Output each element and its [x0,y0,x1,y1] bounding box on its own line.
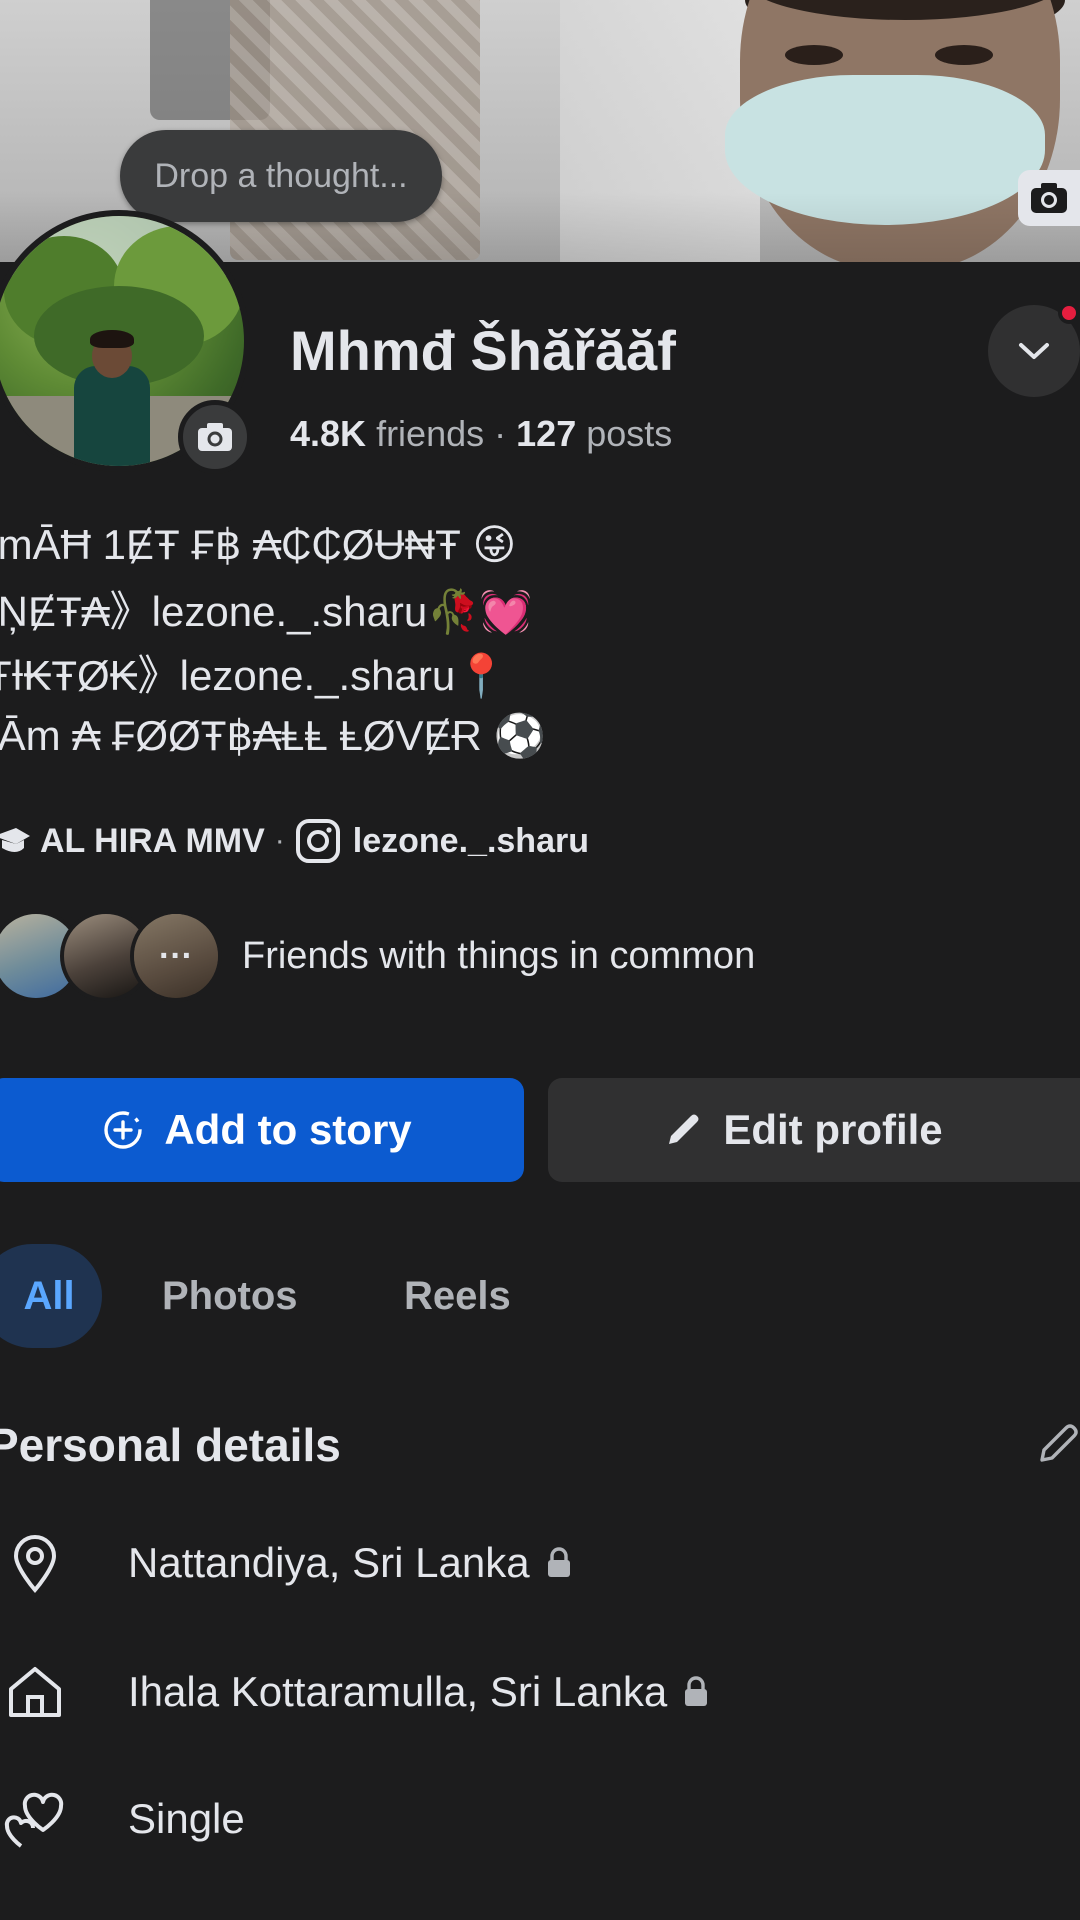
chevron-down-icon [1019,343,1049,359]
notification-dot [1058,302,1080,324]
edit-details-pencil-icon[interactable] [1036,1420,1080,1469]
cover-camera-icon[interactable] [1018,170,1080,226]
edit-profile-label: Edit profile [723,1106,943,1153]
posts-label: posts [586,413,673,454]
bio-line: ƗŅɆŦ₳》lezone._.sharu🥀💓 [0,587,532,635]
friends-count: 4.8K [290,413,367,454]
drop-thought-bubble[interactable]: Drop a thought... [120,130,442,222]
home-icon [0,1663,70,1719]
graduation-cap-icon [0,824,30,858]
detail-row-hometown: Ihala Kottaramulla, Sri Lanka [0,1647,1080,1737]
bio-line: ŦƗ₭ŦØ₭》lezone._.sharu📍 [0,651,508,699]
profile-stats[interactable]: 4.8K friends · 127 posts [290,413,672,455]
instagram-icon [295,818,341,864]
lock-icon [683,1676,709,1708]
links-separator: · [274,824,285,857]
friend-avatar: ··· [130,910,222,1002]
tab-all[interactable]: All [0,1244,102,1348]
instagram-link[interactable]: lezone._.sharu [353,822,589,861]
add-story-icon [102,1109,144,1151]
more-friends-indicator: ··· [134,914,218,998]
personal-details-title: Personal details [0,1419,341,1471]
add-to-story-label: Add to story [164,1106,412,1153]
edit-profile-button[interactable]: Edit profile [548,1078,1080,1182]
mutual-friends-text: Friends with things in common [242,934,756,977]
lock-icon [546,1547,572,1579]
bio-line: ƗmĀĦ 1ɆŦ ₣฿ ₳₵₵ØɄ₦Ŧ 😜 [0,520,517,568]
mutual-friends-row[interactable]: ··· Friends with things in common [0,906,755,1006]
school-link[interactable]: AL HIRA MMV [40,822,265,861]
profile-links: AL HIRA MMV · lezone._.sharu [0,816,589,866]
detail-row-location: Nattandiya, Sri Lanka [0,1518,1080,1608]
bio-line: ƗĀm ₳ ₣ØØŦ฿₳ⱠⱠ ⱠØVɆɌ ⚽ [0,712,546,759]
hearts-icon [0,1790,70,1850]
tab-photos[interactable]: Photos [162,1244,298,1348]
detail-text: Single [128,1795,245,1842]
profile-screen: Drop a thought... Mhmđ Šhăřăăf 4.8K frie… [0,0,1080,1920]
avatar-camera-icon[interactable] [178,400,252,474]
profile-name: Mhmđ Šhăřăăf [290,319,676,382]
detail-row-relationship: Single [0,1774,1080,1864]
detail-text: Ihala Kottaramulla, Sri Lanka [128,1668,668,1715]
location-pin-icon [0,1534,70,1594]
tab-reels[interactable]: Reels [404,1244,511,1348]
bio: ƗmĀĦ 1ɆŦ ₣฿ ₳₵₵ØɄ₦Ŧ 😜 ƗŅɆŦ₳》lezone._.sha… [0,512,1066,768]
detail-text: Nattandiya, Sri Lanka [128,1539,530,1586]
stats-separator: · [494,413,507,454]
profile-tabs: All Photos Reels [0,1244,1080,1348]
pencil-icon [663,1110,703,1150]
posts-count: 127 [516,413,577,454]
add-to-story-button[interactable]: Add to story [0,1078,524,1182]
friends-label: friends [376,413,485,454]
